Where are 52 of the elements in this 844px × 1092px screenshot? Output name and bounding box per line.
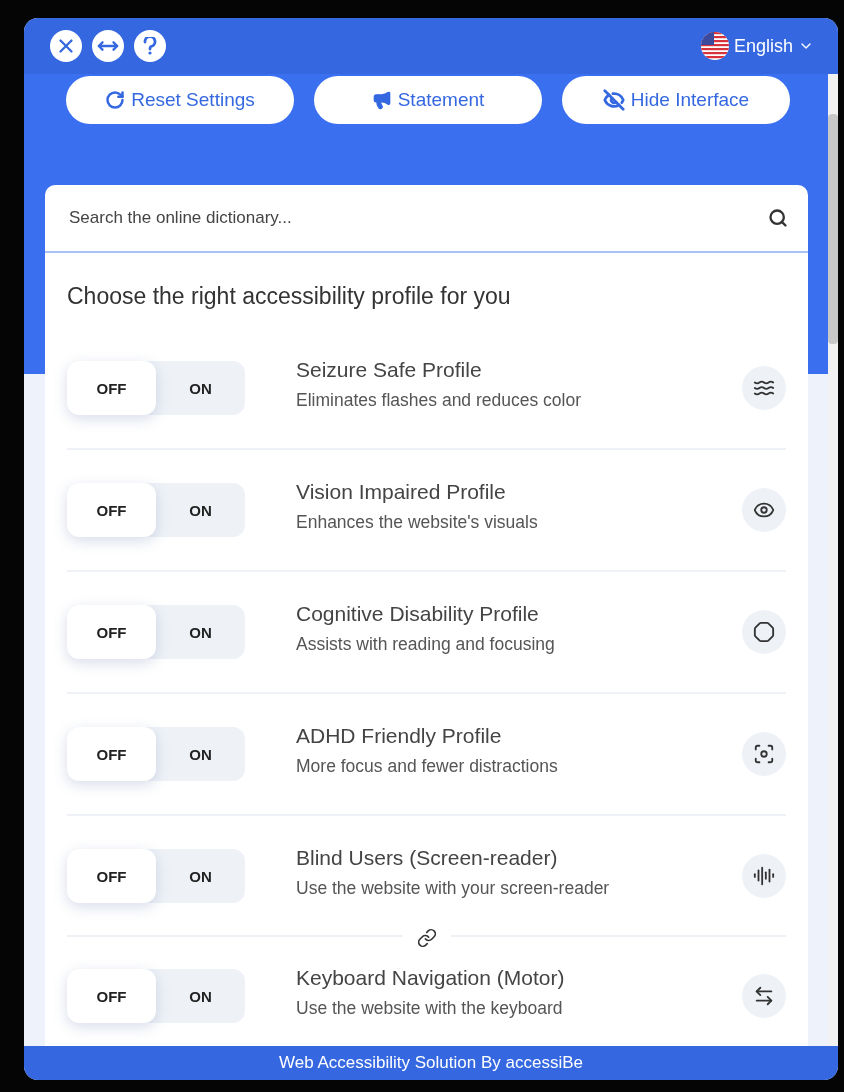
- help-button[interactable]: [134, 30, 166, 62]
- on-option[interactable]: ON: [156, 849, 245, 903]
- on-off-toggle[interactable]: OFF ON: [67, 727, 245, 781]
- octagon-icon: [753, 621, 775, 643]
- profile-description: More focus and fewer distractions: [296, 755, 559, 777]
- resize-button[interactable]: [92, 30, 124, 62]
- refresh-icon: [105, 90, 126, 110]
- on-off-toggle[interactable]: OFF ON: [67, 969, 245, 1023]
- hide-button[interactable]: Hide Interface: [562, 76, 790, 124]
- on-off-toggle[interactable]: OFF ON: [67, 605, 245, 659]
- link-icon: [416, 928, 437, 948]
- profile-description: Eliminates flashes and reduces color: [296, 389, 582, 411]
- search-field[interactable]: Search the online dictionary...: [67, 207, 768, 229]
- profile-title: Vision Impaired Profile: [296, 479, 507, 504]
- swap-arrows-icon: [753, 985, 775, 1007]
- flag-icon: [700, 32, 729, 60]
- profile-description: Enhances the website's visuals: [296, 511, 539, 533]
- off-option[interactable]: OFF: [67, 969, 156, 1023]
- off-option[interactable]: OFF: [67, 605, 156, 659]
- reset-button[interactable]: Reset Settings: [66, 76, 294, 124]
- profile-description: Use the website with the keyboard: [296, 997, 564, 1019]
- profile-title: Seizure Safe Profile: [296, 357, 483, 382]
- scrollbar[interactable]: [828, 74, 838, 1046]
- off-option[interactable]: OFF: [67, 483, 156, 537]
- on-option[interactable]: ON: [156, 361, 245, 415]
- off-option[interactable]: OFF: [67, 849, 156, 903]
- on-option[interactable]: ON: [156, 727, 245, 781]
- on-option[interactable]: ON: [156, 605, 245, 659]
- off-option[interactable]: OFF: [67, 361, 156, 415]
- profile-description: Use the website with your screen-reader: [296, 877, 611, 899]
- profile-title: Keyboard Navigation (Motor): [296, 965, 566, 990]
- footer-credit: Web Accessibility Solution By accessiBe: [24, 1046, 838, 1080]
- language-selector[interactable]: English: [700, 32, 814, 60]
- help-icon: [143, 37, 157, 55]
- eye-slash-icon: [602, 89, 625, 111]
- on-option[interactable]: ON: [156, 969, 245, 1023]
- profile-title: ADHD Friendly Profile: [296, 723, 503, 748]
- on-off-toggle[interactable]: OFF ON: [67, 849, 245, 903]
- off-option[interactable]: OFF: [67, 727, 156, 781]
- focus-icon: [753, 743, 775, 765]
- profile-description: Assists with reading and focusing: [296, 633, 556, 655]
- profile-title: Cognitive Disability Profile: [296, 601, 540, 626]
- statement-button[interactable]: Statement: [314, 76, 542, 124]
- on-option[interactable]: ON: [156, 483, 245, 537]
- on-off-toggle[interactable]: OFF ON: [67, 483, 245, 537]
- megaphone-icon: [371, 90, 392, 110]
- close-button[interactable]: [50, 30, 82, 62]
- search-icon: [768, 208, 788, 228]
- sound-wave-icon: [753, 865, 775, 887]
- profile-title: Blind Users (Screen-reader): [296, 845, 559, 870]
- on-off-toggle[interactable]: OFF ON: [67, 361, 245, 415]
- profiles-heading: Choose the right accessibility profile for you: [66, 282, 512, 311]
